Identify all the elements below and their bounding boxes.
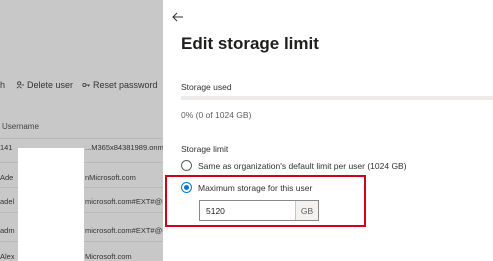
toolbar-partial-item[interactable]: h <box>0 80 5 90</box>
default-limit-radio-option[interactable]: Same as organization's default limit per… <box>181 160 407 171</box>
row-lead-text: 141 <box>0 143 13 152</box>
row-username: nMicrosoft.com <box>85 173 136 182</box>
background-toolbar: h Delete user Reset password <box>0 78 163 94</box>
row-lead-text: Ade <box>0 173 14 182</box>
row-username: Microsoft.com <box>85 252 132 261</box>
default-limit-radio-label: Same as organization's default limit per… <box>198 160 407 171</box>
annotation-highlight-box <box>165 175 366 227</box>
back-arrow-icon[interactable] <box>172 11 184 23</box>
row-username: microsoft.com#EXT#@M <box>85 226 163 235</box>
person-delete-icon <box>16 81 24 89</box>
username-column-header[interactable]: Username <box>2 122 39 131</box>
row-username: microsoft.com#EXT#@M <box>85 197 163 206</box>
row-lead-text: adel <box>0 197 15 206</box>
reset-password-button[interactable]: Reset password <box>82 80 158 90</box>
background-user-list: h Delete user Reset password Username 14… <box>0 0 163 261</box>
key-icon <box>82 83 90 87</box>
toolbar-partial-label: h <box>0 80 6 90</box>
storage-used-value: 0% (0 of 1024 GB) <box>181 110 252 120</box>
storage-used-progress-bar <box>181 96 493 100</box>
storage-used-label: Storage used <box>181 82 232 92</box>
panel-title: Edit storage limit <box>181 34 319 53</box>
storage-limit-label: Storage limit <box>181 144 229 154</box>
row-username: ...M365x84381989.onmicr <box>85 143 163 152</box>
delete-user-label: Delete user <box>27 80 74 90</box>
row-divider <box>0 138 163 139</box>
radio-unchecked-icon[interactable] <box>181 160 192 171</box>
delete-user-button[interactable]: Delete user <box>16 80 73 90</box>
reset-password-label: Reset password <box>93 80 158 90</box>
redaction-block <box>18 148 84 261</box>
row-lead-text: adm <box>0 226 15 235</box>
row-lead-text: Alex <box>0 252 15 261</box>
